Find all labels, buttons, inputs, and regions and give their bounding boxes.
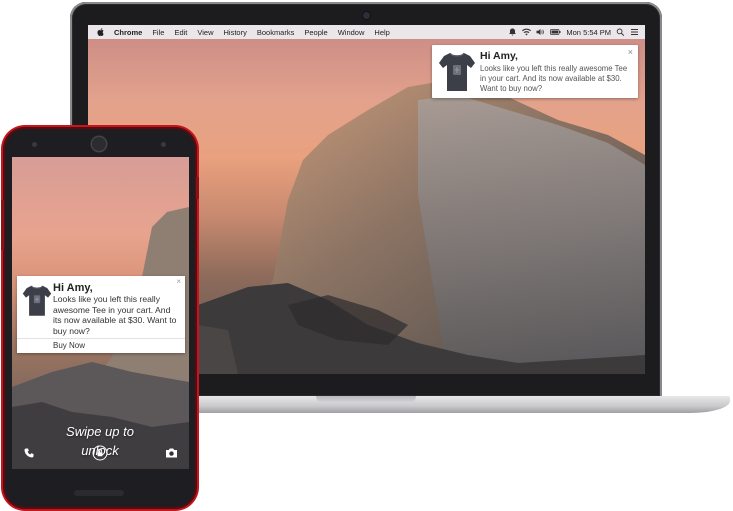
bell-icon[interactable] — [508, 28, 517, 36]
close-icon[interactable]: × — [628, 47, 633, 57]
menubar-status-area: Mon 5:54 PM — [508, 25, 639, 39]
lock-icon[interactable] — [92, 445, 108, 461]
desktop-notification-title: Hi Amy, — [480, 50, 518, 62]
mobile-notification-title: Hi Amy, — [53, 282, 93, 294]
menu-bookmarks[interactable]: Bookmarks — [257, 28, 295, 37]
phone-sensor — [32, 142, 37, 147]
apple-logo-icon[interactable] — [96, 27, 106, 37]
menu-window[interactable]: Window — [338, 28, 365, 37]
phone-icon[interactable] — [23, 447, 35, 459]
menu-chrome[interactable]: Chrome — [114, 28, 142, 37]
desktop-notification-body: Looks like you left this really awesome … — [480, 64, 628, 94]
mac-menubar: Chrome File Edit View History Bookmarks … — [88, 25, 645, 39]
phone-speaker — [74, 490, 124, 496]
phone-power-button — [196, 177, 199, 199]
phone-sensor — [161, 142, 166, 147]
mobile-notification-body: Looks like you left this really awesome … — [53, 294, 177, 336]
menubar-clock[interactable]: Mon 5:54 PM — [566, 28, 611, 37]
camera-icon[interactable] — [165, 447, 178, 459]
close-icon[interactable]: × — [176, 277, 181, 286]
buy-now-button[interactable]: Buy Now — [53, 341, 85, 350]
wifi-icon[interactable] — [522, 28, 532, 36]
menu-help[interactable]: Help — [374, 28, 389, 37]
phone-volume-button — [1, 200, 4, 250]
menu-history[interactable]: History — [224, 28, 247, 37]
menu-file[interactable]: File — [152, 28, 164, 37]
battery-icon[interactable] — [550, 28, 561, 36]
list-icon[interactable] — [630, 28, 639, 36]
laptop-camera — [363, 12, 370, 19]
menu-view[interactable]: View — [197, 28, 213, 37]
volume-icon[interactable] — [536, 28, 545, 36]
menu-edit[interactable]: Edit — [174, 28, 187, 37]
laptop-notch — [316, 396, 416, 403]
desktop-notification[interactable]: Hi Amy, Looks like you left this really … — [432, 45, 638, 98]
mobile-notification[interactable]: Hi Amy, Looks like you left this really … — [17, 276, 185, 353]
tshirt-icon — [439, 52, 475, 91]
tshirt-icon — [22, 285, 52, 316]
search-icon[interactable] — [616, 28, 625, 36]
phone-front-camera — [92, 137, 106, 151]
notification-divider — [17, 338, 185, 339]
menu-people[interactable]: People — [304, 28, 327, 37]
